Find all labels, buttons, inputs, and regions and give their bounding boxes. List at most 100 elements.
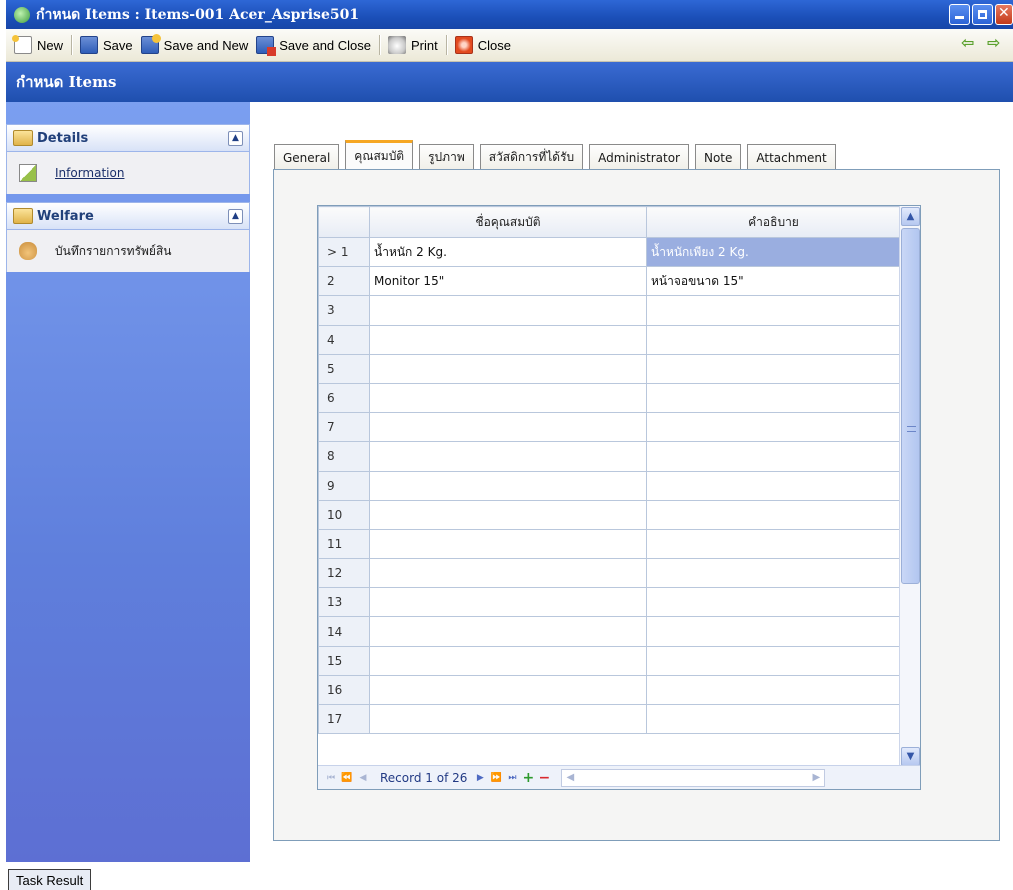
collapse-icon[interactable]: ▲ [228, 131, 243, 146]
description-cell[interactable]: หน้าจอขนาด 15" [646, 266, 901, 297]
name-cell[interactable] [369, 470, 647, 501]
new-button[interactable]: New [10, 33, 67, 57]
description-cell[interactable] [646, 645, 901, 676]
previous-arrow-icon[interactable]: ⇦ [961, 35, 977, 51]
tab-welfare-received[interactable]: สวัสดิการที่ได้รับ [479, 144, 584, 170]
table-row[interactable]: 4 [318, 324, 901, 355]
scroll-up-icon[interactable]: ▲ [901, 207, 920, 226]
name-cell[interactable] [369, 441, 647, 472]
maximize-button[interactable] [972, 4, 993, 25]
table-row[interactable]: 13 [318, 587, 901, 618]
description-cell[interactable] [646, 470, 901, 501]
save-button[interactable]: Save [76, 33, 137, 57]
last-record-icon[interactable]: ⏭ [505, 771, 519, 785]
sidebar-item-asset-record[interactable]: บันทึกรายการทรัพย์สิน [7, 230, 249, 272]
sidebar-item-label[interactable]: บันทึกรายการทรัพย์สิน [55, 242, 171, 261]
description-cell[interactable] [646, 674, 901, 706]
name-cell[interactable] [369, 324, 647, 355]
table-row[interactable]: 5 [318, 353, 901, 384]
table-row[interactable]: > 1 น้ำหนัก 2 Kg. น้ำหนักเพียง 2 Kg. [318, 236, 901, 268]
minimize-button[interactable] [949, 4, 970, 25]
description-cell[interactable] [646, 558, 901, 589]
task-result-button[interactable]: Task Result [8, 869, 92, 890]
description-cell[interactable] [646, 382, 901, 414]
print-button[interactable]: Print [384, 33, 442, 57]
name-cell[interactable] [369, 703, 647, 735]
description-cell[interactable]: น้ำหนักเพียง 2 Kg. [646, 236, 901, 268]
description-cell[interactable] [646, 441, 901, 472]
sidebar-item-label[interactable]: Information [55, 166, 124, 180]
delete-record-icon[interactable]: − [537, 771, 551, 785]
description-cell[interactable] [646, 499, 901, 530]
table-row[interactable]: 15 [318, 645, 901, 676]
scroll-right-icon[interactable]: ▶ [809, 771, 823, 785]
tab-note[interactable]: Note [694, 144, 742, 170]
scroll-down-icon[interactable]: ▼ [901, 747, 920, 766]
name-cell[interactable] [369, 528, 647, 560]
toolbar: New Save Save and New Save and Close Pri… [6, 29, 1013, 62]
name-cell[interactable] [369, 587, 647, 618]
table-row[interactable]: 3 [318, 295, 901, 326]
description-cell[interactable] [646, 412, 901, 443]
description-cell[interactable] [646, 353, 901, 384]
horizontal-scrollbar[interactable]: ◀ ▶ [561, 768, 826, 787]
description-cell[interactable] [646, 324, 901, 355]
toolbar-separator [445, 35, 447, 55]
save-and-new-icon [140, 34, 161, 54]
save-and-new-button[interactable]: Save and New [137, 33, 253, 57]
table-row[interactable]: 14 [318, 616, 901, 647]
description-cell[interactable] [646, 528, 901, 560]
table-row[interactable]: 8 [318, 441, 901, 472]
first-record-icon[interactable]: ⏮ [324, 771, 338, 785]
tab-attachment[interactable]: Attachment [747, 144, 836, 170]
name-cell[interactable] [369, 558, 647, 589]
table-row[interactable]: 12 [318, 558, 901, 589]
name-cell[interactable] [369, 382, 647, 414]
name-cell[interactable] [369, 353, 647, 384]
description-cell[interactable] [646, 616, 901, 647]
tab-administrator[interactable]: Administrator [589, 144, 689, 170]
next-arrow-icon[interactable]: ⇨ [987, 35, 1003, 51]
tab-images[interactable]: รูปภาพ [419, 144, 474, 170]
close-window-button[interactable]: ✕ [995, 4, 1013, 25]
scroll-thumb[interactable] [901, 228, 920, 584]
sidebar-group-title: Details [37, 130, 89, 146]
collapse-icon[interactable]: ▲ [228, 209, 243, 224]
column-header-description[interactable]: คำอธิบาย [646, 206, 901, 238]
previous-page-icon[interactable]: ⏪ [340, 771, 354, 785]
maximize-icon [978, 10, 987, 19]
name-cell[interactable] [369, 295, 647, 326]
add-record-icon[interactable]: + [521, 771, 535, 785]
name-cell[interactable] [369, 412, 647, 443]
name-cell[interactable] [369, 645, 647, 676]
table-row[interactable]: 2 Monitor 15" หน้าจอขนาด 15" [318, 266, 901, 297]
table-row[interactable]: 11 [318, 528, 901, 560]
tab-general[interactable]: General [274, 144, 340, 170]
scroll-left-icon[interactable]: ◀ [563, 771, 577, 785]
previous-record-icon[interactable]: ◀ [356, 771, 370, 785]
table-row[interactable]: 10 [318, 499, 901, 530]
description-cell[interactable] [646, 587, 901, 618]
table-row[interactable]: 9 [318, 470, 901, 501]
name-cell[interactable] [369, 674, 647, 706]
description-cell[interactable] [646, 703, 901, 735]
name-cell[interactable] [369, 616, 647, 647]
save-and-close-button[interactable]: Save and Close [252, 33, 375, 57]
sidebar-item-information[interactable]: Information [7, 152, 249, 194]
tab-properties[interactable]: คุณสมบัติ [345, 140, 414, 170]
name-cell[interactable] [369, 499, 647, 530]
sidebar-group-details[interactable]: Details ▲ [6, 124, 250, 152]
next-page-icon[interactable]: ⏩ [489, 771, 503, 785]
column-header-name[interactable]: ชื่อคุณสมบัติ [369, 206, 647, 238]
next-record-icon[interactable]: ▶ [473, 771, 487, 785]
close-button[interactable]: Close [451, 33, 515, 57]
description-cell[interactable] [646, 295, 901, 326]
vertical-scrollbar[interactable]: ▲ ▼ [899, 206, 920, 767]
table-row[interactable]: 6 [318, 382, 901, 414]
name-cell[interactable]: น้ำหนัก 2 Kg. [369, 236, 647, 268]
table-row[interactable]: 16 [318, 674, 901, 706]
table-row[interactable]: 7 [318, 412, 901, 443]
sidebar-group-welfare[interactable]: Welfare ▲ [6, 202, 250, 230]
table-row[interactable]: 17 [318, 703, 901, 735]
name-cell[interactable]: Monitor 15" [369, 266, 647, 297]
